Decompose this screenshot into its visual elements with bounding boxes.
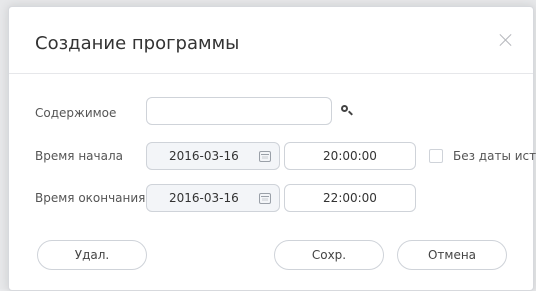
content-label: Содержимое — [35, 106, 117, 120]
no-expiry-checkbox[interactable] — [429, 149, 443, 163]
start-time-label: Время начала — [35, 149, 123, 163]
start-time-value: 20:00:00 — [323, 149, 377, 163]
search-icon[interactable] — [340, 104, 354, 118]
dialog-title: Создание программы — [35, 33, 240, 54]
save-button[interactable]: Сохр. — [274, 240, 384, 270]
end-time-field[interactable]: 22:00:00 — [284, 184, 416, 212]
end-date-field[interactable]: 2016-03-16 — [146, 184, 280, 212]
content-input[interactable] — [146, 97, 332, 125]
start-date-field[interactable]: 2016-03-16 — [146, 142, 280, 170]
no-expiry-label: Без даты исте — [453, 149, 536, 163]
start-time-field[interactable]: 20:00:00 — [284, 142, 416, 170]
calendar-icon[interactable] — [259, 151, 271, 162]
delete-button[interactable]: Удал. — [37, 240, 147, 270]
end-time-value: 22:00:00 — [323, 191, 377, 205]
close-icon[interactable] — [497, 31, 515, 49]
start-date-value: 2016-03-16 — [169, 149, 239, 163]
end-date-value: 2016-03-16 — [169, 191, 239, 205]
create-program-dialog: Создание программы Содержимое Время нача… — [8, 6, 536, 291]
calendar-icon[interactable] — [259, 193, 271, 204]
cancel-button[interactable]: Отмена — [397, 240, 507, 270]
dialog-header: Создание программы — [9, 7, 533, 74]
end-time-label: Время окончания — [35, 191, 146, 205]
